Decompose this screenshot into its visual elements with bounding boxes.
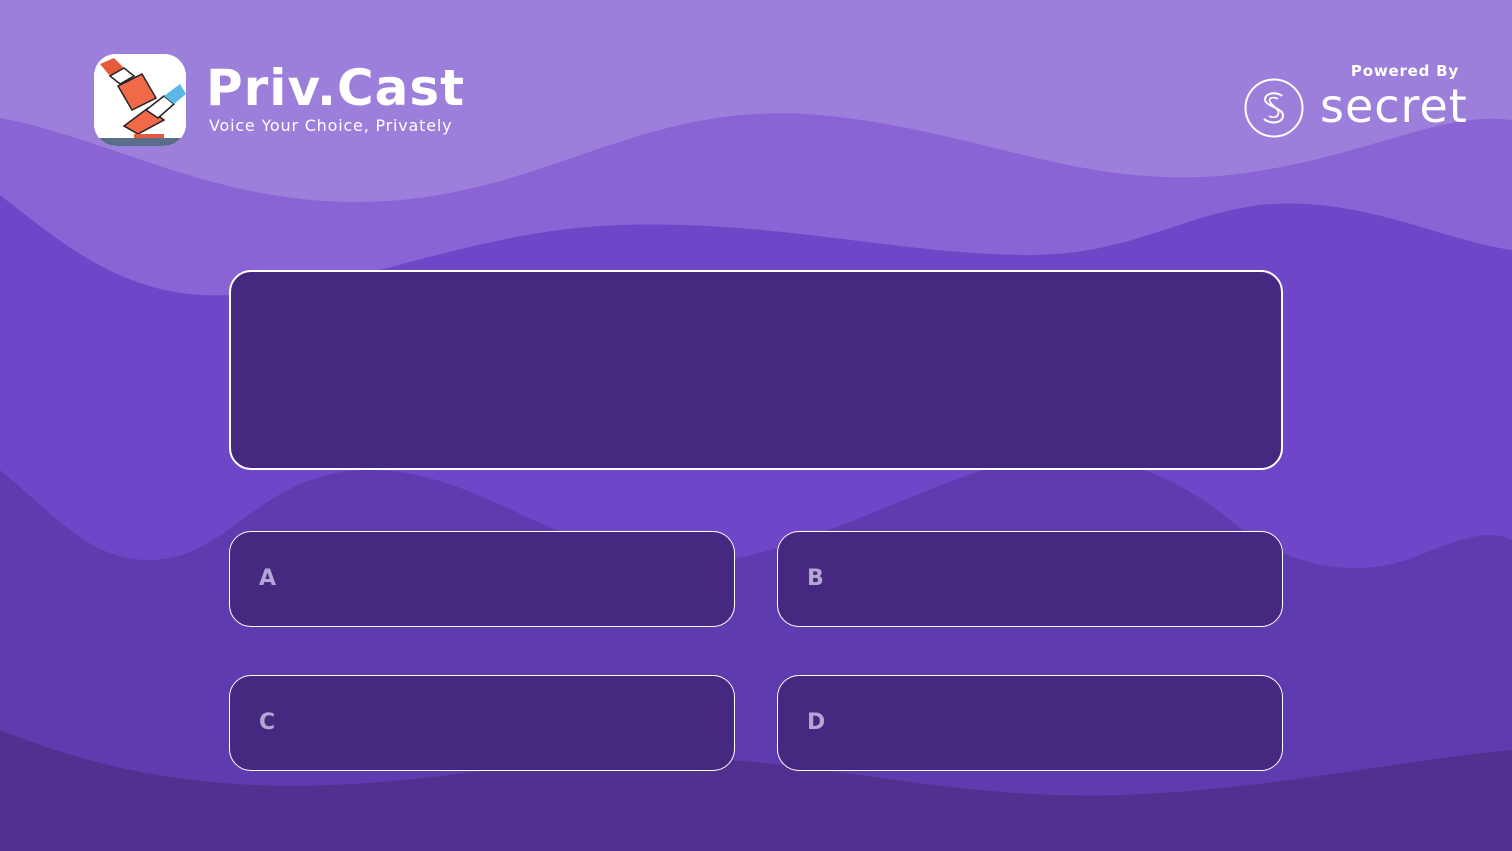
app-title: Priv.Cast [206,59,466,117]
answer-letter: A [259,566,277,591]
secret-wordmark: secret [1320,79,1468,133]
powered-by-label: Powered By [1350,62,1459,80]
answer-option-d[interactable]: D [777,675,1283,771]
secret-s-icon [1244,78,1304,138]
answer-option-b[interactable]: B [777,531,1283,627]
answer-letter: D [807,710,826,735]
app-tagline: Voice Your Choice, Privately [209,116,453,135]
ballot-hands-icon [94,54,186,146]
app-logo [94,54,186,146]
answer-option-c[interactable]: C [229,675,735,771]
question-box [229,270,1283,470]
answer-option-a[interactable]: A [229,531,735,627]
answer-letter: B [807,566,824,591]
answer-letter: C [259,710,276,735]
